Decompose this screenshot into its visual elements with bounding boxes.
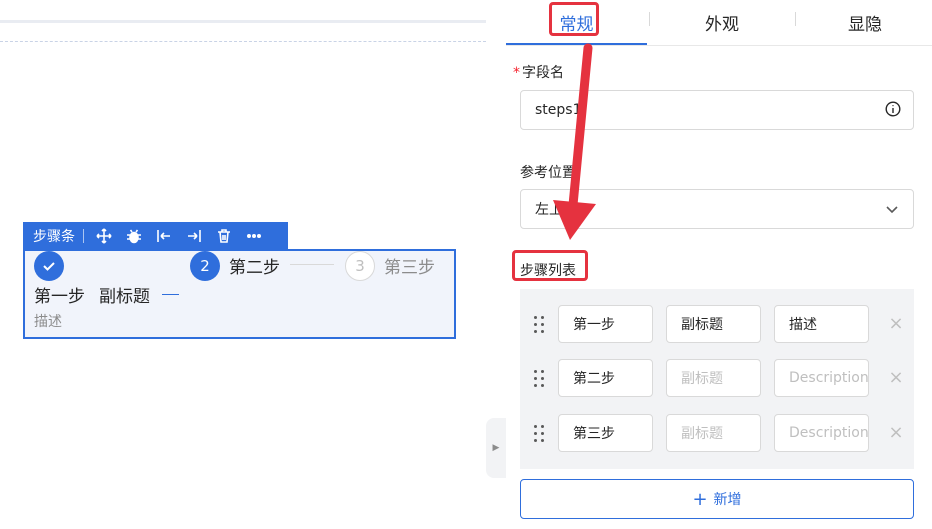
annotation-highlight-tab bbox=[549, 2, 599, 36]
active-tab-indicator bbox=[506, 43, 647, 45]
field-name-label: * 字段名 bbox=[513, 62, 564, 82]
toolbar-divider bbox=[83, 228, 84, 243]
info-icon[interactable] bbox=[885, 101, 901, 117]
step2-title: 第二步 bbox=[229, 258, 280, 278]
drag-handle-icon[interactable] bbox=[534, 425, 546, 443]
toolbar-title: 步骤条 bbox=[33, 228, 75, 245]
annotation-highlight-steps-label bbox=[512, 250, 588, 281]
step-description-input[interactable]: Description bbox=[774, 414, 869, 452]
close-icon[interactable]: × bbox=[886, 422, 906, 443]
component-toolbar: 步骤条 bbox=[23, 222, 288, 249]
design-canvas[interactable]: 步骤条 第一步 副标题 描述 2 第二步 3 第三步 bbox=[0, 0, 486, 529]
chevron-down-icon bbox=[885, 202, 899, 216]
plus-icon: + bbox=[692, 488, 708, 510]
step-row: 第三步 副标题 Description × bbox=[520, 414, 914, 454]
required-mark: * bbox=[513, 65, 520, 81]
step-description-input[interactable]: Description bbox=[774, 359, 869, 397]
caret-right-icon: ▶ bbox=[492, 443, 500, 453]
field-name-input[interactable]: steps1 bbox=[520, 90, 914, 130]
position-select[interactable]: 左上 bbox=[520, 189, 914, 229]
tab-divider bbox=[649, 12, 650, 26]
position-label: 参考位置 bbox=[520, 165, 576, 181]
step-title-input[interactable]: 第二步 bbox=[558, 359, 653, 397]
step-subtitle-input[interactable]: 副标题 bbox=[666, 414, 761, 452]
step-description-input[interactable]: 描述 bbox=[774, 305, 869, 343]
close-icon[interactable]: × bbox=[886, 367, 906, 388]
steps-list: 第一步 副标题 描述 × 第二步 副标题 Description × 第三步 副… bbox=[520, 289, 914, 469]
more-icon[interactable] bbox=[244, 226, 264, 246]
step-subtitle-input[interactable]: 副标题 bbox=[666, 359, 761, 397]
add-step-button[interactable]: + 新增 bbox=[520, 479, 914, 519]
step-finished-indicator bbox=[34, 251, 64, 281]
move-icon[interactable] bbox=[94, 226, 114, 246]
field-name-value: steps1 bbox=[535, 102, 582, 118]
drag-handle-icon[interactable] bbox=[534, 316, 546, 334]
step-row: 第二步 副标题 Description × bbox=[520, 359, 914, 399]
tab-visibility[interactable]: 显隐 bbox=[798, 0, 932, 44]
step2-indicator: 2 bbox=[190, 251, 220, 281]
align-left-icon[interactable] bbox=[154, 226, 174, 246]
steps-component-preview[interactable]: 第一步 副标题 描述 2 第二步 3 第三步 bbox=[23, 249, 456, 339]
align-right-icon[interactable] bbox=[184, 226, 204, 246]
check-icon bbox=[43, 262, 55, 271]
field-name-label-text: 字段名 bbox=[522, 65, 564, 81]
canvas-guide-line bbox=[0, 41, 486, 42]
add-step-label: 新增 bbox=[713, 492, 742, 508]
step-title-input[interactable]: 第一步 bbox=[558, 305, 653, 343]
delete-icon[interactable] bbox=[214, 226, 234, 246]
tab-appearance[interactable]: 外观 bbox=[656, 0, 788, 44]
step3-indicator: 3 bbox=[345, 251, 375, 281]
step-subtitle-input[interactable]: 副标题 bbox=[666, 305, 761, 343]
step-title-input[interactable]: 第三步 bbox=[558, 414, 653, 452]
step1-connector bbox=[162, 294, 179, 295]
tab-divider bbox=[795, 12, 796, 26]
step1-title: 第一步 bbox=[34, 287, 85, 307]
step2-connector bbox=[290, 264, 334, 265]
panel-collapse-toggle[interactable]: ▶ bbox=[486, 418, 506, 478]
position-value: 左上 bbox=[535, 202, 563, 218]
step1-description: 描述 bbox=[34, 314, 62, 330]
step1-subtitle: 副标题 bbox=[99, 287, 150, 307]
canvas-header-bar bbox=[0, 20, 486, 23]
close-icon[interactable]: × bbox=[886, 313, 906, 334]
step3-title: 第三步 bbox=[384, 258, 435, 278]
step-row: 第一步 副标题 描述 × bbox=[520, 305, 914, 345]
bug-icon[interactable] bbox=[124, 226, 144, 246]
drag-handle-icon[interactable] bbox=[534, 370, 546, 388]
